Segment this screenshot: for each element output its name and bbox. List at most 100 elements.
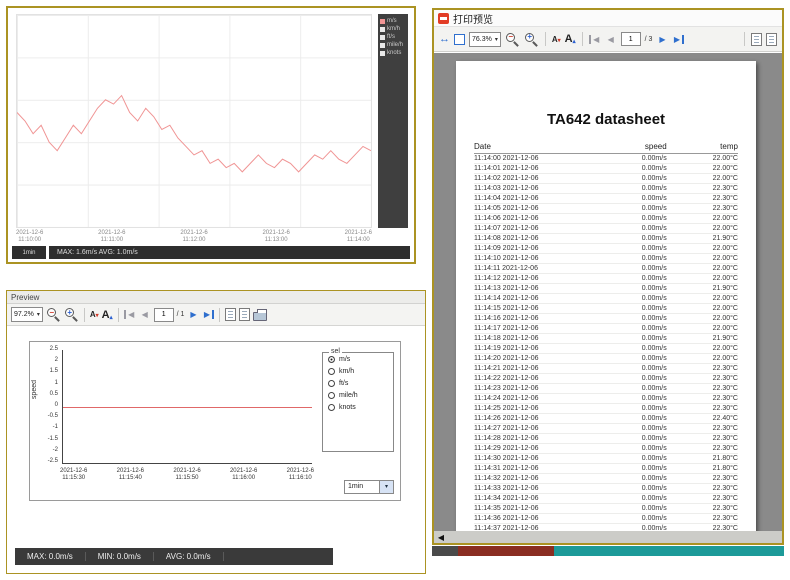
first-page-icon[interactable]: ◀ [589,35,601,44]
interval-value: 1min [344,480,380,494]
interval-box[interactable]: 1min [12,246,46,259]
next-page-icon[interactable]: ▶ [656,35,668,44]
zoom-in-icon[interactable]: + [64,307,79,322]
chevron-down-icon: ▾ [37,311,40,318]
chevron-down-icon: ▾ [495,36,498,43]
horizontal-scrollbar[interactable]: ◀ [434,531,782,543]
multi-page-view-icon[interactable] [766,33,777,46]
top-xticks: 2021-12-611:10:002021-12-611:11:002021-1… [16,230,372,245]
page-total-label: / 1 [177,311,185,318]
single-page-view-icon[interactable] [751,33,762,46]
print-preview-title: 打印预览 [453,11,493,26]
last-page-icon[interactable]: ▶ [672,35,684,44]
unit-radio-knots[interactable]: knots [323,401,393,413]
preview-title: Preview [11,293,39,302]
y-tick-label: 1 [40,380,58,386]
single-page-view-icon[interactable] [225,308,236,321]
y-tick-label: 2 [40,357,58,363]
taskbar-segment-teal [554,546,784,556]
table-row: 11:14:35 2021-12-060.00m/s22.30°C [474,504,738,514]
table-row: 11:14:32 2021-12-060.00m/s22.30°C [474,474,738,484]
font-larger-icon[interactable]: A▴ [102,309,113,321]
prev-page-icon[interactable]: ◀ [139,310,151,319]
prev-page-icon[interactable]: ◀ [605,35,617,44]
legend-item[interactable]: m/s [378,17,408,25]
y-tick-label: -1 [40,424,58,430]
last-page-icon[interactable]: ▶ [202,310,214,319]
fit-width-icon[interactable]: ↔ [439,33,450,45]
legend-item[interactable]: mile/h [378,41,408,49]
interval-dropdown[interactable]: 1min ▾ [344,480,394,494]
table-row: 11:14:18 2021-12-060.00m/s21.90°C [474,334,738,344]
table-row: 11:14:20 2021-12-060.00m/s22.00°C [474,354,738,364]
y-tick-label: -1.5 [40,436,58,442]
chevron-down-icon[interactable]: ▾ [380,480,394,494]
scroll-left-icon[interactable]: ◀ [434,533,448,542]
col-speed: speed [595,142,666,151]
x-tick-label: 2021-12-611:13:00 [262,230,289,245]
print-preview-toolbar: ↔ 76.3%▾ − + A▾ A▴ ◀ ◀ / 3 ▶ ▶ [434,27,782,52]
datasheet-table-body: 11:14:00 2021-12-060.00m/s22.00°C11:14:0… [474,154,738,531]
table-row: 11:14:31 2021-12-060.00m/s21.80°C [474,464,738,474]
table-row: 11:14:37 2021-12-060.00m/s22.30°C [474,524,738,531]
font-larger-icon[interactable]: A▴ [565,33,576,45]
table-row: 11:14:26 2021-12-060.00m/s22.40°C [474,414,738,424]
legend-item[interactable]: knots [378,49,408,57]
print-preview-window: 打印预览 ↔ 76.3%▾ − + A▾ A▴ ◀ ◀ / 3 ▶ ▶ TA [432,8,784,545]
unit-radio-fts[interactable]: ft/s [323,377,393,389]
unit-radio-kmh[interactable]: km/h [323,365,393,377]
y-tick-label: 2.5 [40,346,58,352]
print-icon[interactable] [253,312,267,321]
taskbar-segment-dark [432,546,458,556]
col-temp: temp [667,142,738,151]
legend-item[interactable]: ft/s [378,33,408,41]
radio-icon [328,356,335,363]
page-number-input[interactable] [154,308,174,322]
font-smaller-icon[interactable]: A▾ [552,35,561,44]
chart-legend-strip: m/skm/hft/smile/hknots [378,14,408,228]
document-area[interactable]: TA642 datasheet Date speed temp 11:14:00… [434,53,782,531]
zoom-out-icon[interactable]: − [505,32,520,47]
zoom-out-icon[interactable]: − [46,307,61,322]
next-page-icon[interactable]: ▶ [187,310,199,319]
table-row: 11:14:33 2021-12-060.00m/s22.30°C [474,484,738,494]
unit-radio-mileh[interactable]: mile/h [323,389,393,401]
preview-titlebar: Preview [7,291,425,304]
chart-status-row: 1min MAX: 1.6m/s AVG: 1.0m/s [12,246,410,259]
y-tick-label: -2 [40,447,58,453]
zoom-combo[interactable]: 97.2%▾ [11,307,43,322]
font-smaller-icon[interactable]: A▾ [90,310,99,319]
legend-swatch [380,51,385,56]
separator [84,308,85,322]
separator [744,32,745,46]
multi-page-view-icon[interactable] [239,308,250,321]
fit-page-icon[interactable] [454,34,465,45]
zoom-combo[interactable]: 76.3%▾ [469,32,501,47]
taskbar-strip [432,546,784,556]
taskbar-segment-red [458,546,554,556]
legend-swatch [380,43,385,48]
x-tick-label: 2021-12-611:14:00 [345,230,372,245]
table-row: 11:14:17 2021-12-060.00m/s22.00°C [474,324,738,334]
legend-swatch [380,27,385,32]
x-tick-label: 2021-12-611:15:50 [173,468,200,496]
radio-icon [328,404,335,411]
min-speed-value: MIN: 0.0m/s [86,552,154,561]
speed-chart-plot [16,14,372,228]
table-row: 11:14:00 2021-12-060.00m/s22.00°C [474,154,738,164]
table-row: 11:14:12 2021-12-060.00m/s22.00°C [474,274,738,284]
legend-item[interactable]: km/h [378,25,408,33]
page-number-input[interactable] [621,32,641,46]
app-icon [438,13,449,24]
datasheet-table: Date speed temp 11:14:00 2021-12-060.00m… [474,142,738,531]
speed-line-series [17,15,371,227]
zoom-in-icon[interactable]: + [524,32,539,47]
x-tick-label: 2021-12-611:12:00 [180,230,207,245]
first-page-icon[interactable]: ◀ [124,310,136,319]
unit-group-title: sel [329,348,342,355]
preview-content: speed 2.521.510.50-0.5-1-1.5-2-2.5 2021-… [7,327,425,573]
table-row: 11:14:06 2021-12-060.00m/s22.00°C [474,214,738,224]
legend-swatch [380,35,385,40]
table-row: 11:14:01 2021-12-060.00m/s22.00°C [474,164,738,174]
preview-status-bar: MAX: 0.0m/s MIN: 0.0m/s AVG: 0.0m/s [15,548,333,565]
